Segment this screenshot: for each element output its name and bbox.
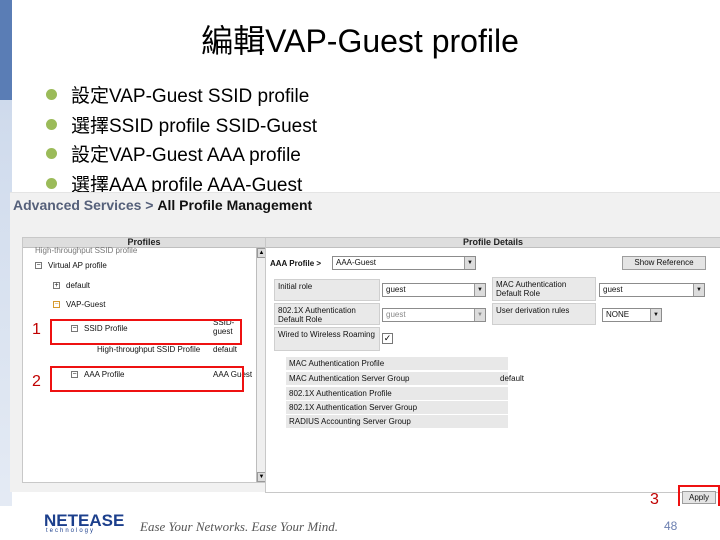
slide-title: 編輯VAP-Guest profile <box>201 23 519 59</box>
bullet-item: 選擇SSID profile SSID-Guest <box>46 110 317 140</box>
tree-item-default[interactable]: + default <box>53 281 90 290</box>
dot1x-auth-profile-row[interactable]: 802.1X Authentication Profile <box>286 387 508 401</box>
dot1x-default-role-label: 802.1X Authentication Default Role <box>274 303 380 325</box>
collapse-icon[interactable]: − <box>53 301 60 309</box>
mac-auth-default-role-select[interactable]: guest ▼ <box>599 283 705 297</box>
breadcrumb-parent[interactable]: Advanced Services > <box>13 197 157 213</box>
slide-footer: NETEASE technology Ease Your Networks. E… <box>0 506 720 540</box>
highlight-aaa-profile <box>50 366 244 392</box>
user-derivation-select[interactable]: NONE ▼ <box>602 308 662 322</box>
tree-item-ht-top[interactable]: High-throughput SSID profile <box>35 246 137 255</box>
mac-auth-default-role-label: MAC Authentication Default Role <box>492 277 596 301</box>
user-derivation-label: User derivation rules <box>492 303 596 325</box>
breadcrumb-current: All Profile Management <box>157 197 313 213</box>
profiles-pane: Profiles High-throughput SSID profile − V… <box>22 237 266 483</box>
embedded-screenshot: Advanced Services > All Profile Manageme… <box>10 192 720 509</box>
bullet-text: 設定VAP-Guest SSID profile <box>71 86 310 108</box>
bullet-dot-icon <box>46 118 57 130</box>
aaa-profile-select[interactable]: AAA-Guest ▼ <box>332 256 476 270</box>
tree-item-virtual-ap[interactable]: − Virtual AP profile <box>35 261 107 270</box>
chevron-down-icon[interactable]: ▼ <box>650 309 661 321</box>
bullet-list: 設定VAP-Guest SSID profile 選擇SSID profile … <box>46 80 317 198</box>
marker-2: 2 <box>32 373 41 390</box>
chevron-down-icon[interactable]: ▼ <box>464 257 475 269</box>
marker-1: 1 <box>32 321 41 338</box>
tree-item-ht-ssid[interactable]: High-throughput SSID Profile <box>97 345 200 354</box>
mac-auth-profile-row[interactable]: MAC Authentication Profile <box>286 357 508 371</box>
initial-role-label: Initial role <box>274 279 380 301</box>
wired-roaming-label: Wired to Wireless Roaming <box>274 327 380 351</box>
bullet-text: 設定VAP-Guest AAA profile <box>71 145 301 167</box>
bullet-dot-icon <box>46 148 57 160</box>
bullet-dot-icon <box>46 177 57 189</box>
ht-ssid-value: default <box>213 345 238 354</box>
chevron-down-icon[interactable]: ▼ <box>474 309 485 321</box>
logo-subtitle: technology <box>46 528 96 534</box>
wired-roaming-checkbox[interactable]: ✓ <box>382 333 393 344</box>
bullet-text: 選擇SSID profile SSID-Guest <box>71 115 318 137</box>
mac-auth-server-group-row[interactable]: MAC Authentication Server Group <box>286 372 508 386</box>
profile-details-header: Profile Details <box>266 238 720 248</box>
server-group-value: default <box>500 374 525 383</box>
initial-role-select[interactable]: guest ▼ <box>382 283 486 297</box>
chevron-down-icon[interactable]: ▼ <box>693 284 704 296</box>
bullet-item: 設定VAP-Guest SSID profile <box>46 80 317 110</box>
slogan: Ease Your Networks. Ease Your Mind. <box>140 519 339 534</box>
expand-icon[interactable]: + <box>53 282 60 290</box>
radius-accounting-server-group-row[interactable]: RADIUS Accounting Server Group <box>286 415 508 429</box>
apply-button[interactable]: Apply <box>682 491 716 504</box>
breadcrumb: Advanced Services > All Profile Manageme… <box>13 197 312 213</box>
aaa-profile-label: AAA Profile > <box>270 259 322 268</box>
tree-item-vap-guest[interactable]: − VAP-Guest <box>53 300 105 309</box>
bullet-dot-icon <box>46 89 57 101</box>
dot1x-auth-server-group-row[interactable]: 802.1X Authentication Server Group <box>286 401 508 415</box>
show-reference-button[interactable]: Show Reference <box>622 256 706 270</box>
collapse-icon[interactable]: − <box>35 262 42 270</box>
highlight-ssid-profile <box>50 319 242 345</box>
chevron-down-icon[interactable]: ▼ <box>474 284 485 296</box>
page-number: 48 <box>664 519 678 533</box>
dot1x-default-role-select[interactable]: guest ▼ <box>382 308 486 322</box>
bullet-item: 設定VAP-Guest AAA profile <box>46 139 317 169</box>
